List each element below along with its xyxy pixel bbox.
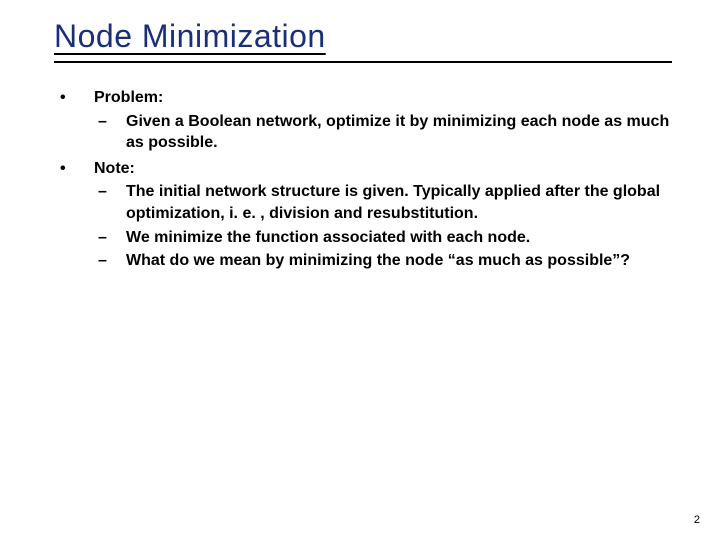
sub-text: Given a Boolean network, optimize it by … — [126, 111, 674, 154]
slide: Node Minimization • Problem: – Given a B… — [0, 0, 720, 540]
bullet-content: Problem: – Given a Boolean network, opti… — [94, 87, 674, 156]
sub-text: The initial network structure is given. … — [126, 181, 674, 224]
slide-body: • Problem: – Given a Boolean network, op… — [54, 87, 674, 274]
bullet-content: Note: – The initial network structure is… — [94, 158, 674, 274]
bullet-label: Note: — [94, 158, 674, 180]
bullet-item: • Problem: – Given a Boolean network, op… — [54, 87, 674, 156]
sub-item: – What do we mean by minimizing the node… — [94, 250, 674, 272]
dash-marker: – — [94, 227, 126, 249]
bullet-label: Problem: — [94, 87, 674, 109]
sub-item: – We minimize the function associated wi… — [94, 227, 674, 249]
bullet-marker: • — [54, 87, 94, 156]
dash-marker: – — [94, 111, 126, 154]
page-number: 2 — [694, 514, 700, 526]
bullet-marker: • — [54, 158, 94, 274]
sub-text: What do we mean by minimizing the node “… — [126, 250, 674, 272]
slide-title: Node Minimization — [54, 18, 690, 55]
bullet-item: • Note: – The initial network structure … — [54, 158, 674, 274]
dash-marker: – — [94, 181, 126, 224]
title-underline — [54, 61, 672, 63]
sub-item: – The initial network structure is given… — [94, 181, 674, 224]
sub-text: We minimize the function associated with… — [126, 227, 674, 249]
sub-item: – Given a Boolean network, optimize it b… — [94, 111, 674, 154]
dash-marker: – — [94, 250, 126, 272]
